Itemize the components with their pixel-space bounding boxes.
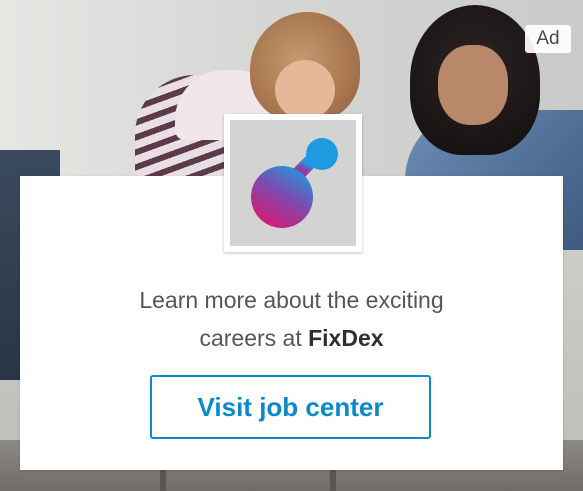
photo-person-left-face (275, 60, 335, 120)
ad-badge: Ad (525, 25, 571, 53)
ad-message: Learn more about the exciting careers at… (20, 281, 563, 357)
company-logo[interactable] (224, 114, 362, 252)
brand-name: FixDex (308, 325, 384, 351)
photo-person-right-face (438, 45, 508, 125)
visit-job-center-button[interactable]: Visit job center (150, 375, 431, 439)
ad-message-prefix: careers at (199, 325, 309, 351)
ad-message-line-2: careers at FixDex (20, 319, 563, 357)
fixdex-logo-icon (230, 120, 356, 246)
ad-unit[interactable]: Ad Learn more about the exciting careers… (0, 0, 583, 491)
ad-message-line-1: Learn more about the exciting (139, 287, 444, 313)
